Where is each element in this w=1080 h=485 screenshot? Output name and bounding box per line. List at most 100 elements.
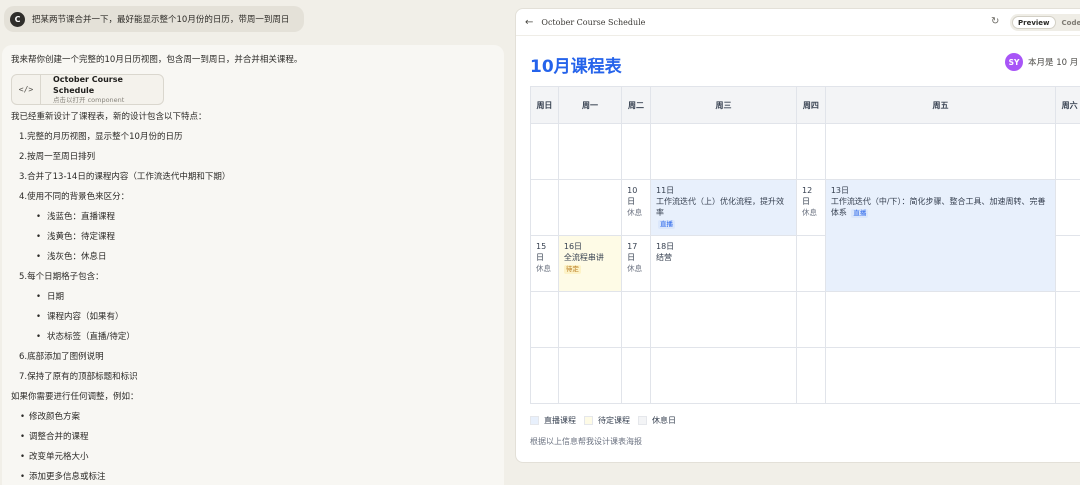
date-label: 15日 (536, 242, 547, 262)
legend-item-live: 直播课程 (530, 415, 576, 426)
rest-label: 休息 (801, 208, 817, 217)
user-message-text: 把某两节课合并一下，最好能显示整个10月份的日历，带周一到周日 (32, 15, 290, 25)
legend-label: 直播课程 (544, 416, 576, 425)
calendar-cell (530, 179, 559, 236)
weekday-sat: 周六 (1055, 86, 1080, 124)
calendar-week-row (530, 123, 1080, 180)
calendar-cell (530, 347, 559, 404)
status-badge: 待定 (563, 265, 581, 274)
calendar-cell (557, 291, 623, 348)
calendar-cell (649, 123, 797, 180)
weekday-tue: 周二 (621, 86, 651, 124)
calendar-cell (649, 291, 797, 348)
calendar-heading: 10月课程表 (530, 57, 622, 77)
artifact-title: October Course Schedule (53, 75, 123, 95)
legend-swatch (530, 416, 539, 425)
calendar-cell (530, 123, 559, 180)
tab-preview[interactable]: Preview (1012, 16, 1056, 29)
weekday-header-row: 周日 周一 周二 周三 周四 周五 周六 (530, 86, 1080, 124)
calendar-week-row (530, 291, 1080, 348)
cell-content-item: 日期 (11, 291, 495, 304)
calendar-cell-10: 10日 休息 (621, 179, 651, 236)
calendar-cell-18: 18日 结营 (649, 235, 797, 292)
calendar-week-row: 10日 休息 11日 工作流迭代（上）优化流程，提升效率 直播 12日 休息 1… (530, 179, 1080, 292)
calendar-cell (795, 235, 826, 292)
list-item: 6.底部添加了图例说明 (19, 352, 104, 362)
back-arrow-icon[interactable]: ← (525, 17, 533, 28)
calendar-cell (824, 347, 1057, 404)
calendar-cell-11: 11日 工作流迭代（上）优化流程，提升效率 直播 (649, 179, 797, 236)
date-label: 18日 (655, 242, 675, 251)
legend-item-pending: 待定课程 (584, 415, 630, 426)
list-item: 4.使用不同的背景色来区分： (19, 192, 130, 202)
color-list-item: 浅灰色：休息日 (11, 251, 495, 264)
calendar-cell (795, 123, 826, 180)
calendar-grid: 周日 周一 周二 周三 周四 周五 周六 10日 休息 11日 工作流迭代（上）… (530, 86, 1080, 404)
cell-content-item: 状态标签（直播/待定） (11, 331, 495, 344)
calendar-cell (795, 347, 826, 404)
badge-text: 本月是 10 月 (1028, 58, 1079, 68)
preview-title: October Course Schedule (541, 17, 646, 27)
rest-label: 休息 (536, 264, 551, 273)
calendar-cell-12: 12日 休息 (795, 179, 826, 236)
legend-label: 待定课程 (598, 416, 630, 425)
suggestion-item: 修改颜色方案 (11, 411, 495, 424)
assistant-lead: 我已经重新设计了课程表，新的设计包含以下特点： (11, 112, 207, 122)
avatar: SY (1005, 53, 1023, 71)
refresh-icon[interactable]: ↻ (991, 16, 999, 27)
suggestion-item: 调整合并的课程 (11, 431, 495, 444)
course-label: 结营 (655, 253, 672, 262)
view-toggle: Preview Code (1010, 14, 1080, 31)
weekday-fri: 周五 (824, 86, 1057, 124)
calendar-cell (621, 291, 651, 348)
artifact-card[interactable]: </> October Course Schedule 点击以打开 compon… (11, 74, 164, 105)
artifact-subtitle: 点击以打开 component (53, 96, 125, 104)
date-label: 12日 (801, 186, 813, 206)
status-badge: 直播 (851, 209, 869, 218)
tab-code[interactable]: Code (1056, 19, 1080, 27)
color-list-item: 浅黄色：待定课程 (11, 231, 495, 244)
calendar-cell (557, 179, 623, 236)
date-label: 13日 (830, 186, 850, 195)
calendar-cell (1055, 179, 1080, 236)
cell-content-item: 课程内容（如果有） (11, 311, 495, 324)
chat-panel: C 把某两节课合并一下，最好能显示整个10月份的日历，带周一到周日 我来帮你创建… (0, 0, 515, 485)
calendar-week-row (530, 347, 1080, 404)
list-item: 5.每个日期格子包含： (19, 272, 104, 282)
code-icon: </> (12, 75, 41, 104)
list-item: 7.保持了原有的顶部标题和标识 (19, 372, 138, 382)
list-item: 3.合并了13-14日的课程内容（工作流迭代中期和下期） (19, 172, 231, 182)
rest-label: 休息 (627, 264, 643, 273)
artifact-preview-panel: ← October Course Schedule ↻ Preview Code… (515, 8, 1080, 463)
legend-swatch (638, 416, 647, 425)
list-item: 1.完整的月历视图，显示整个10月份的日历 (19, 132, 183, 142)
weekday-mon: 周一 (557, 86, 623, 124)
weekday-sun: 周日 (530, 86, 559, 124)
course-label: 工作流迭代（上）优化流程，提升效率 (655, 197, 784, 217)
calendar-cell (621, 347, 651, 404)
legend-item-rest: 休息日 (638, 415, 676, 426)
legend-label: 休息日 (652, 416, 676, 425)
assistant-followup: 如果你需要进行任何调整，例如： (11, 392, 139, 402)
rest-label: 休息 (627, 208, 643, 217)
footnote: 根据以上信息帮我设计课表海报 (530, 437, 642, 446)
preview-topbar: ← October Course Schedule ↻ Preview Code (516, 9, 1080, 36)
legend-swatch (584, 416, 593, 425)
assistant-intro: 我来帮你创建一个完整的10月日历视图，包含周一到周日，并合并相关课程。 (11, 55, 303, 65)
date-label: 17日 (627, 242, 638, 262)
calendar-cell (824, 123, 1057, 180)
assistant-message: 我来帮你创建一个完整的10月日历视图，包含周一到周日，并合并相关课程。 </> … (2, 45, 504, 485)
calendar-cell (649, 347, 797, 404)
date-label: 11日 (655, 186, 675, 195)
calendar-cell (1055, 347, 1080, 404)
calendar-cell (1055, 235, 1080, 292)
weekday-thu: 周四 (795, 86, 826, 124)
calendar-cell-15: 15日 休息 (530, 235, 559, 292)
status-badge: 直播 (657, 220, 675, 229)
list-item: 2.按周一至周日排列 (19, 152, 96, 162)
calendar-cell-16: 16日 全流程串讲 待定 (557, 235, 623, 292)
calendar-cell (557, 347, 623, 404)
suggestion-item: 添加更多信息或标注 (11, 471, 495, 484)
calendar-cell-17: 17日 休息 (621, 235, 651, 292)
user-avatar: C (10, 11, 25, 27)
